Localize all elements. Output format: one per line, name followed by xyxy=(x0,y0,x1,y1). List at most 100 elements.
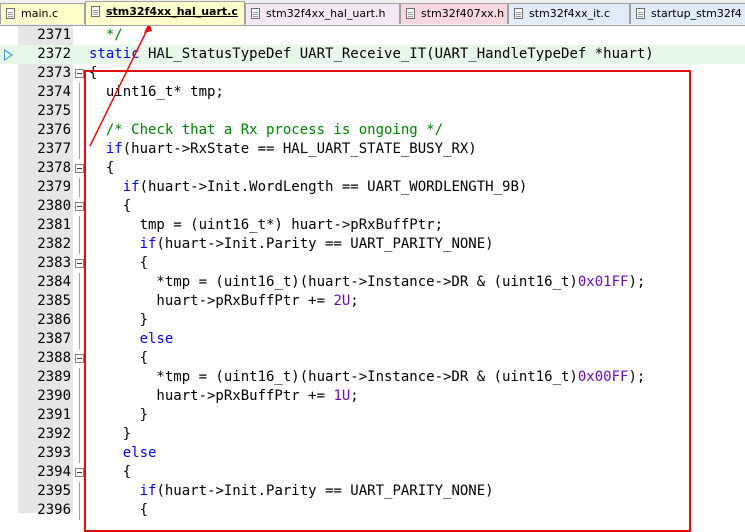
code-text[interactable]: */ xyxy=(89,26,123,45)
code-token: *tmp = (uint16_t)(huart->Instance->DR & … xyxy=(89,274,578,290)
fold-guide xyxy=(79,273,80,292)
fold-toggle-icon[interactable] xyxy=(75,69,84,78)
fold-toggle-icon[interactable] xyxy=(75,164,84,173)
code-text[interactable]: { xyxy=(89,197,131,216)
code-line: 2390 huart->pRxBuffPtr += 1U; xyxy=(0,387,745,406)
code-text[interactable]: uint16_t* tmp; xyxy=(89,83,224,102)
code-token: else xyxy=(139,331,174,347)
code-text[interactable]: { xyxy=(89,501,148,520)
code-token: { xyxy=(89,198,132,214)
code-line: 2389 *tmp = (uint16_t)(huart->Instance->… xyxy=(0,368,745,387)
file-icon xyxy=(91,6,100,17)
line-number: 2376 xyxy=(37,122,71,138)
code-line: 2374 uint16_t* tmp; xyxy=(0,83,745,102)
fold-guide xyxy=(79,444,80,463)
file-icon xyxy=(6,8,15,19)
code-text[interactable]: huart->pRxBuffPtr += 2U; xyxy=(89,292,359,311)
file-tab-2[interactable]: stm32f4xx_hal_uart.h xyxy=(245,3,400,24)
code-token: (huart->RxState == HAL_UART_STATE_BUSY_R… xyxy=(122,141,477,157)
line-number: 2395 xyxy=(37,483,71,499)
line-number: 2381 xyxy=(37,217,71,233)
code-editor[interactable]: 2371 */2372 static HAL_StatusTypeDef UART… xyxy=(0,26,745,532)
code-text[interactable]: if(huart->Init.Parity == UART_PARITY_NON… xyxy=(89,235,494,254)
line-number: 2396 xyxy=(37,502,71,518)
line-number: 2374 xyxy=(37,84,71,100)
code-token: (huart->Init.Parity == UART_PARITY_NONE) xyxy=(156,483,494,499)
code-text[interactable]: else xyxy=(89,330,174,349)
code-line: 2381 tmp = (uint16_t*) huart->pRxBuffPtr… xyxy=(0,216,745,235)
fold-guide xyxy=(79,425,80,444)
line-number: 2382 xyxy=(37,236,71,252)
file-tab-5[interactable]: startup_stm32f4 xyxy=(630,3,745,24)
code-text[interactable]: *tmp = (uint16_t)(huart->Instance->DR & … xyxy=(89,368,645,387)
line-number: 2389 xyxy=(37,369,71,385)
code-text[interactable]: if(huart->RxState == HAL_UART_STATE_BUSY… xyxy=(89,140,477,159)
code-text[interactable]: } xyxy=(89,406,148,425)
code-token: { xyxy=(89,160,115,176)
line-number: 2373 xyxy=(37,65,71,81)
fold-guide xyxy=(79,387,80,406)
code-line: 2371 */ xyxy=(0,26,745,45)
code-text[interactable]: if(huart->Init.WordLength == UART_WORDLE… xyxy=(89,178,528,197)
code-text[interactable]: /* Check that a Rx process is ongoing */ xyxy=(89,121,443,140)
code-text[interactable]: tmp = (uint16_t*) huart->pRxBuffPtr; xyxy=(89,216,443,235)
code-line: 2379 if(huart->Init.WordLength == UART_W… xyxy=(0,178,745,197)
code-token: huart->pRxBuffPtr += xyxy=(89,293,334,309)
code-token: if xyxy=(105,141,123,157)
code-token: if xyxy=(139,236,157,252)
code-token: huart->pRxBuffPtr += xyxy=(89,388,334,404)
code-line: 2373 { xyxy=(0,64,745,83)
line-number: 2384 xyxy=(37,274,71,290)
file-tab-label: startup_stm32f4 xyxy=(651,7,742,20)
line-number: 2391 xyxy=(37,407,71,423)
code-token: ); xyxy=(628,274,646,290)
code-token: ; xyxy=(350,293,359,309)
code-line: 2393 else xyxy=(0,444,745,463)
file-tab-label: main.c xyxy=(21,7,59,20)
code-text[interactable]: } xyxy=(89,311,148,330)
code-line: 2384 *tmp = (uint16_t)(huart->Instance->… xyxy=(0,273,745,292)
code-line: 2378 { xyxy=(0,159,745,178)
fold-toggle-icon[interactable] xyxy=(75,259,84,268)
code-text[interactable]: if(huart->Init.Parity == UART_PARITY_NON… xyxy=(89,482,494,501)
code-text[interactable]: *tmp = (uint16_t)(huart->Instance->DR & … xyxy=(89,273,645,292)
code-line: 2394 { xyxy=(0,463,745,482)
code-text[interactable]: { xyxy=(89,64,97,83)
code-text[interactable]: huart->pRxBuffPtr += 1U; xyxy=(89,387,358,406)
code-text[interactable]: { xyxy=(89,254,148,273)
file-tab-bar: main.c stm32f4xx_hal_uart.c stm32f4xx_hal_… xyxy=(0,0,745,26)
code-token: } xyxy=(89,426,132,442)
file-icon xyxy=(251,8,260,19)
code-text[interactable]: { xyxy=(89,349,148,368)
fold-guide xyxy=(79,406,80,425)
code-token: (huart->Init.WordLength == UART_WORDLENG… xyxy=(139,179,528,195)
code-text[interactable]: } xyxy=(89,425,131,444)
fold-toggle-icon[interactable] xyxy=(75,354,84,363)
line-number: 2379 xyxy=(37,179,71,195)
code-text[interactable]: static HAL_StatusTypeDef UART_Receive_IT… xyxy=(89,45,654,64)
file-tab-0[interactable]: main.c xyxy=(0,3,85,24)
code-line: 2392 } xyxy=(0,425,745,444)
code-line: 2386 } xyxy=(0,311,745,330)
code-text[interactable]: else xyxy=(89,444,157,463)
fold-guide xyxy=(79,292,80,311)
file-tab-label: stm32f4xx_hal_uart.c xyxy=(106,5,238,18)
fold-guide xyxy=(79,121,80,140)
file-tab-3[interactable]: stm32f407xx.h xyxy=(400,3,508,24)
fold-toggle-icon[interactable] xyxy=(75,468,84,477)
fold-guide xyxy=(79,368,80,387)
fold-toggle-icon[interactable] xyxy=(75,202,84,211)
fold-guide xyxy=(79,102,80,121)
file-tab-4[interactable]: stm32f4xx_it.c xyxy=(508,3,630,24)
current-line-arrow-icon xyxy=(4,49,13,61)
fold-guide xyxy=(79,235,80,254)
code-text[interactable]: { xyxy=(89,159,114,178)
code-token: { xyxy=(89,350,149,366)
line-number: 2372 xyxy=(37,46,71,62)
file-tab-1[interactable]: stm32f4xx_hal_uart.c xyxy=(85,1,245,25)
code-text[interactable]: { xyxy=(89,463,131,482)
fold-guide xyxy=(79,501,80,520)
